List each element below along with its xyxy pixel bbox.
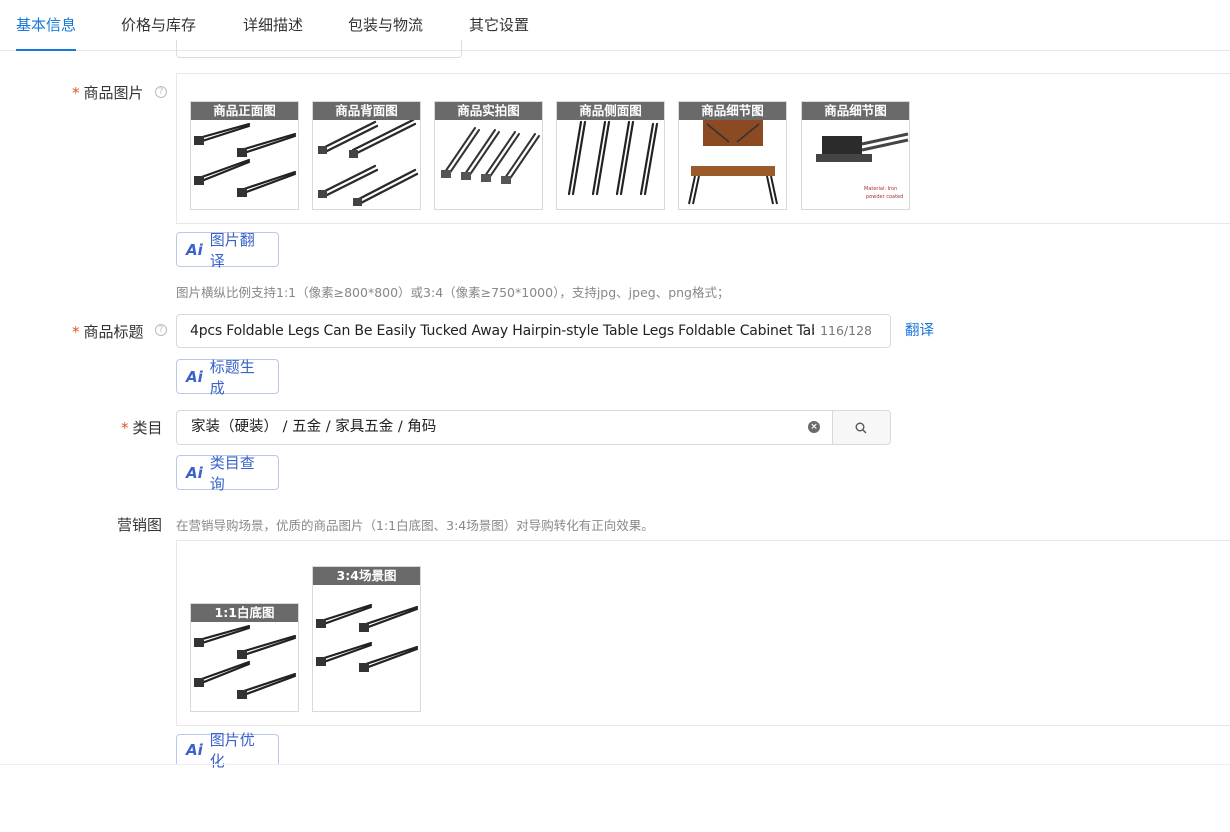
tab-other-settings[interactable]: 其它设置 <box>469 0 529 50</box>
marketing-images-panel: 1:1白底图 3:4场景图 <box>176 540 1230 726</box>
image-optimize-button[interactable]: Ai 图片优化 <box>176 731 279 770</box>
product-images-label: * 商品图片 <box>72 82 144 103</box>
marketing-image-white-bg[interactable]: 1:1白底图 <box>190 603 299 712</box>
previous-field-fragment[interactable] <box>176 40 462 58</box>
image-caption: 商品正面图 <box>191 102 298 120</box>
product-title-input[interactable]: 4pcs Foldable Legs Can Be Easily Tucked … <box>176 314 891 348</box>
required-mark: * <box>72 84 80 102</box>
image-translate-button[interactable]: Ai 图片翻译 <box>176 231 279 270</box>
product-images-panel: 商品正面图 商品背面图 商品实拍图 商品侧面图 商品细节图 商品细节图 Mate… <box>176 73 1230 224</box>
required-mark: * <box>121 419 129 437</box>
product-images-label-text: 商品图片 <box>83 84 144 102</box>
category-search-button[interactable] <box>832 410 891 445</box>
ai-icon: Ai <box>186 367 203 386</box>
image-caption: 商品细节图 <box>802 102 909 120</box>
product-title-label-text: 商品标题 <box>83 323 144 341</box>
ai-icon: Ai <box>186 741 203 759</box>
svg-text:Material: Iron: Material: Iron <box>864 186 897 192</box>
category-label-text: 类目 <box>132 419 163 437</box>
title-generate-button[interactable]: Ai 标题生成 <box>176 358 279 397</box>
question-circle-icon[interactable]: ? <box>155 86 167 98</box>
wood-table-image <box>688 120 778 205</box>
category-query-label: 类目查询 <box>209 453 255 493</box>
question-circle-icon[interactable]: ? <box>155 324 167 336</box>
ai-icon: Ai <box>186 240 203 259</box>
translate-link[interactable]: 翻译 <box>905 319 934 340</box>
table-legs-image <box>441 127 540 184</box>
product-image-detail-2[interactable]: 商品细节图 Material: Iron powder coated <box>801 101 910 210</box>
image-caption: 商品实拍图 <box>435 102 542 120</box>
tab-basic-info[interactable]: 基本信息 <box>16 0 77 51</box>
image-caption: 商品侧面图 <box>557 102 664 120</box>
table-legs-image <box>316 603 419 672</box>
image-caption: 3:4场景图 <box>313 567 420 585</box>
image-spec-hint: 图片横纵比例支持1:1（像素≥800*800）或3:4（像素≥750*1000）… <box>176 285 730 300</box>
category-label: * 类目 <box>121 417 163 438</box>
ai-icon: Ai <box>186 463 203 482</box>
product-image-real-shot[interactable]: 商品实拍图 <box>434 101 543 210</box>
image-caption: 1:1白底图 <box>191 604 298 622</box>
viewport-bottom-divider <box>0 764 1230 765</box>
category-value: 家装（硬装） / 五金 / 家具五金 / 角码 <box>191 419 437 435</box>
table-legs-image <box>567 120 659 196</box>
clear-circle-icon[interactable]: × <box>808 421 820 433</box>
category-query-button[interactable]: Ai 类目查询 <box>176 454 279 493</box>
product-image-front[interactable]: 商品正面图 <box>190 101 299 210</box>
product-image-side[interactable]: 商品侧面图 <box>556 101 665 210</box>
image-translate-label: 图片翻译 <box>209 230 255 270</box>
title-generate-label: 标题生成 <box>209 357 255 397</box>
product-edit-page: 基本信息 价格与库存 详细描述 包装与物流 其它设置 * 商品图片 ? 商品正面图… <box>0 0 1230 832</box>
required-mark: * <box>72 323 80 341</box>
product-image-back[interactable]: 商品背面图 <box>312 101 421 210</box>
table-legs-image <box>194 624 297 699</box>
marketing-image-scene[interactable]: 3:4场景图 <box>312 566 421 712</box>
product-image-detail-1[interactable]: 商品细节图 <box>678 101 787 210</box>
category-selector[interactable]: 家装（硬装） / 五金 / 家具五金 / 角码 × <box>176 410 833 445</box>
character-count: 116/128 <box>820 323 872 338</box>
product-title-label: * 商品标题 <box>72 321 144 342</box>
marketing-hint: 在营销导购场景，优质的商品图片（1:1白底图、3:4场景图）对导购转化有正向效果… <box>176 518 654 533</box>
search-icon <box>855 422 867 434</box>
marketing-images-label: 营销图 <box>117 516 163 534</box>
product-title-value[interactable]: 4pcs Foldable Legs Can Be Easily Tucked … <box>190 315 814 347</box>
image-caption: 商品背面图 <box>313 102 420 120</box>
image-caption: 商品细节图 <box>679 102 786 120</box>
svg-text:powder coated: powder coated <box>866 194 903 200</box>
table-legs-image <box>194 122 297 197</box>
table-legs-image <box>318 120 419 206</box>
leg-bracket-image: Material: Iron powder coated <box>816 132 909 200</box>
